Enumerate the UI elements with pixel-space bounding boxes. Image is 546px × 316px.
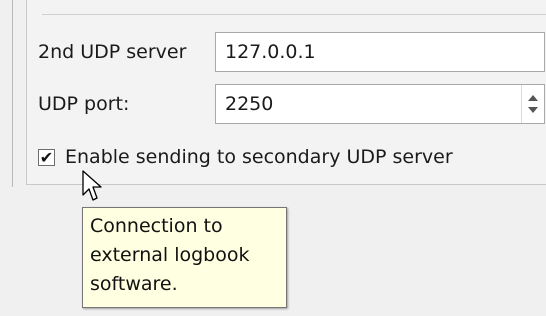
tooltip-line-2: external logbook	[90, 244, 250, 266]
spin-buttons[interactable]	[521, 85, 544, 123]
spin-up-arrow-icon[interactable]	[528, 95, 538, 101]
arrow-cursor-icon	[82, 170, 102, 201]
left-panel-edge	[0, 0, 13, 187]
tooltip: Connection to external logbook software.	[82, 207, 287, 308]
udp-port-value: 2250	[225, 93, 274, 115]
udp-server-label: 2nd UDP server	[38, 41, 187, 63]
udp-server-value: 127.0.0.1	[225, 41, 316, 63]
tooltip-line-1: Connection to	[90, 215, 223, 237]
enable-secondary-udp-checkbox[interactable]: ✔	[38, 149, 55, 166]
spin-down-arrow-icon[interactable]	[528, 107, 538, 113]
udp-port-spinbox[interactable]: 2250	[215, 84, 545, 124]
udp-port-label: UDP port:	[38, 93, 130, 115]
udp-server-input[interactable]: 127.0.0.1	[215, 32, 545, 72]
group-divider	[42, 14, 546, 15]
tooltip-line-3: software.	[90, 273, 178, 295]
enable-secondary-udp-label[interactable]: Enable sending to secondary UDP server	[65, 145, 453, 169]
